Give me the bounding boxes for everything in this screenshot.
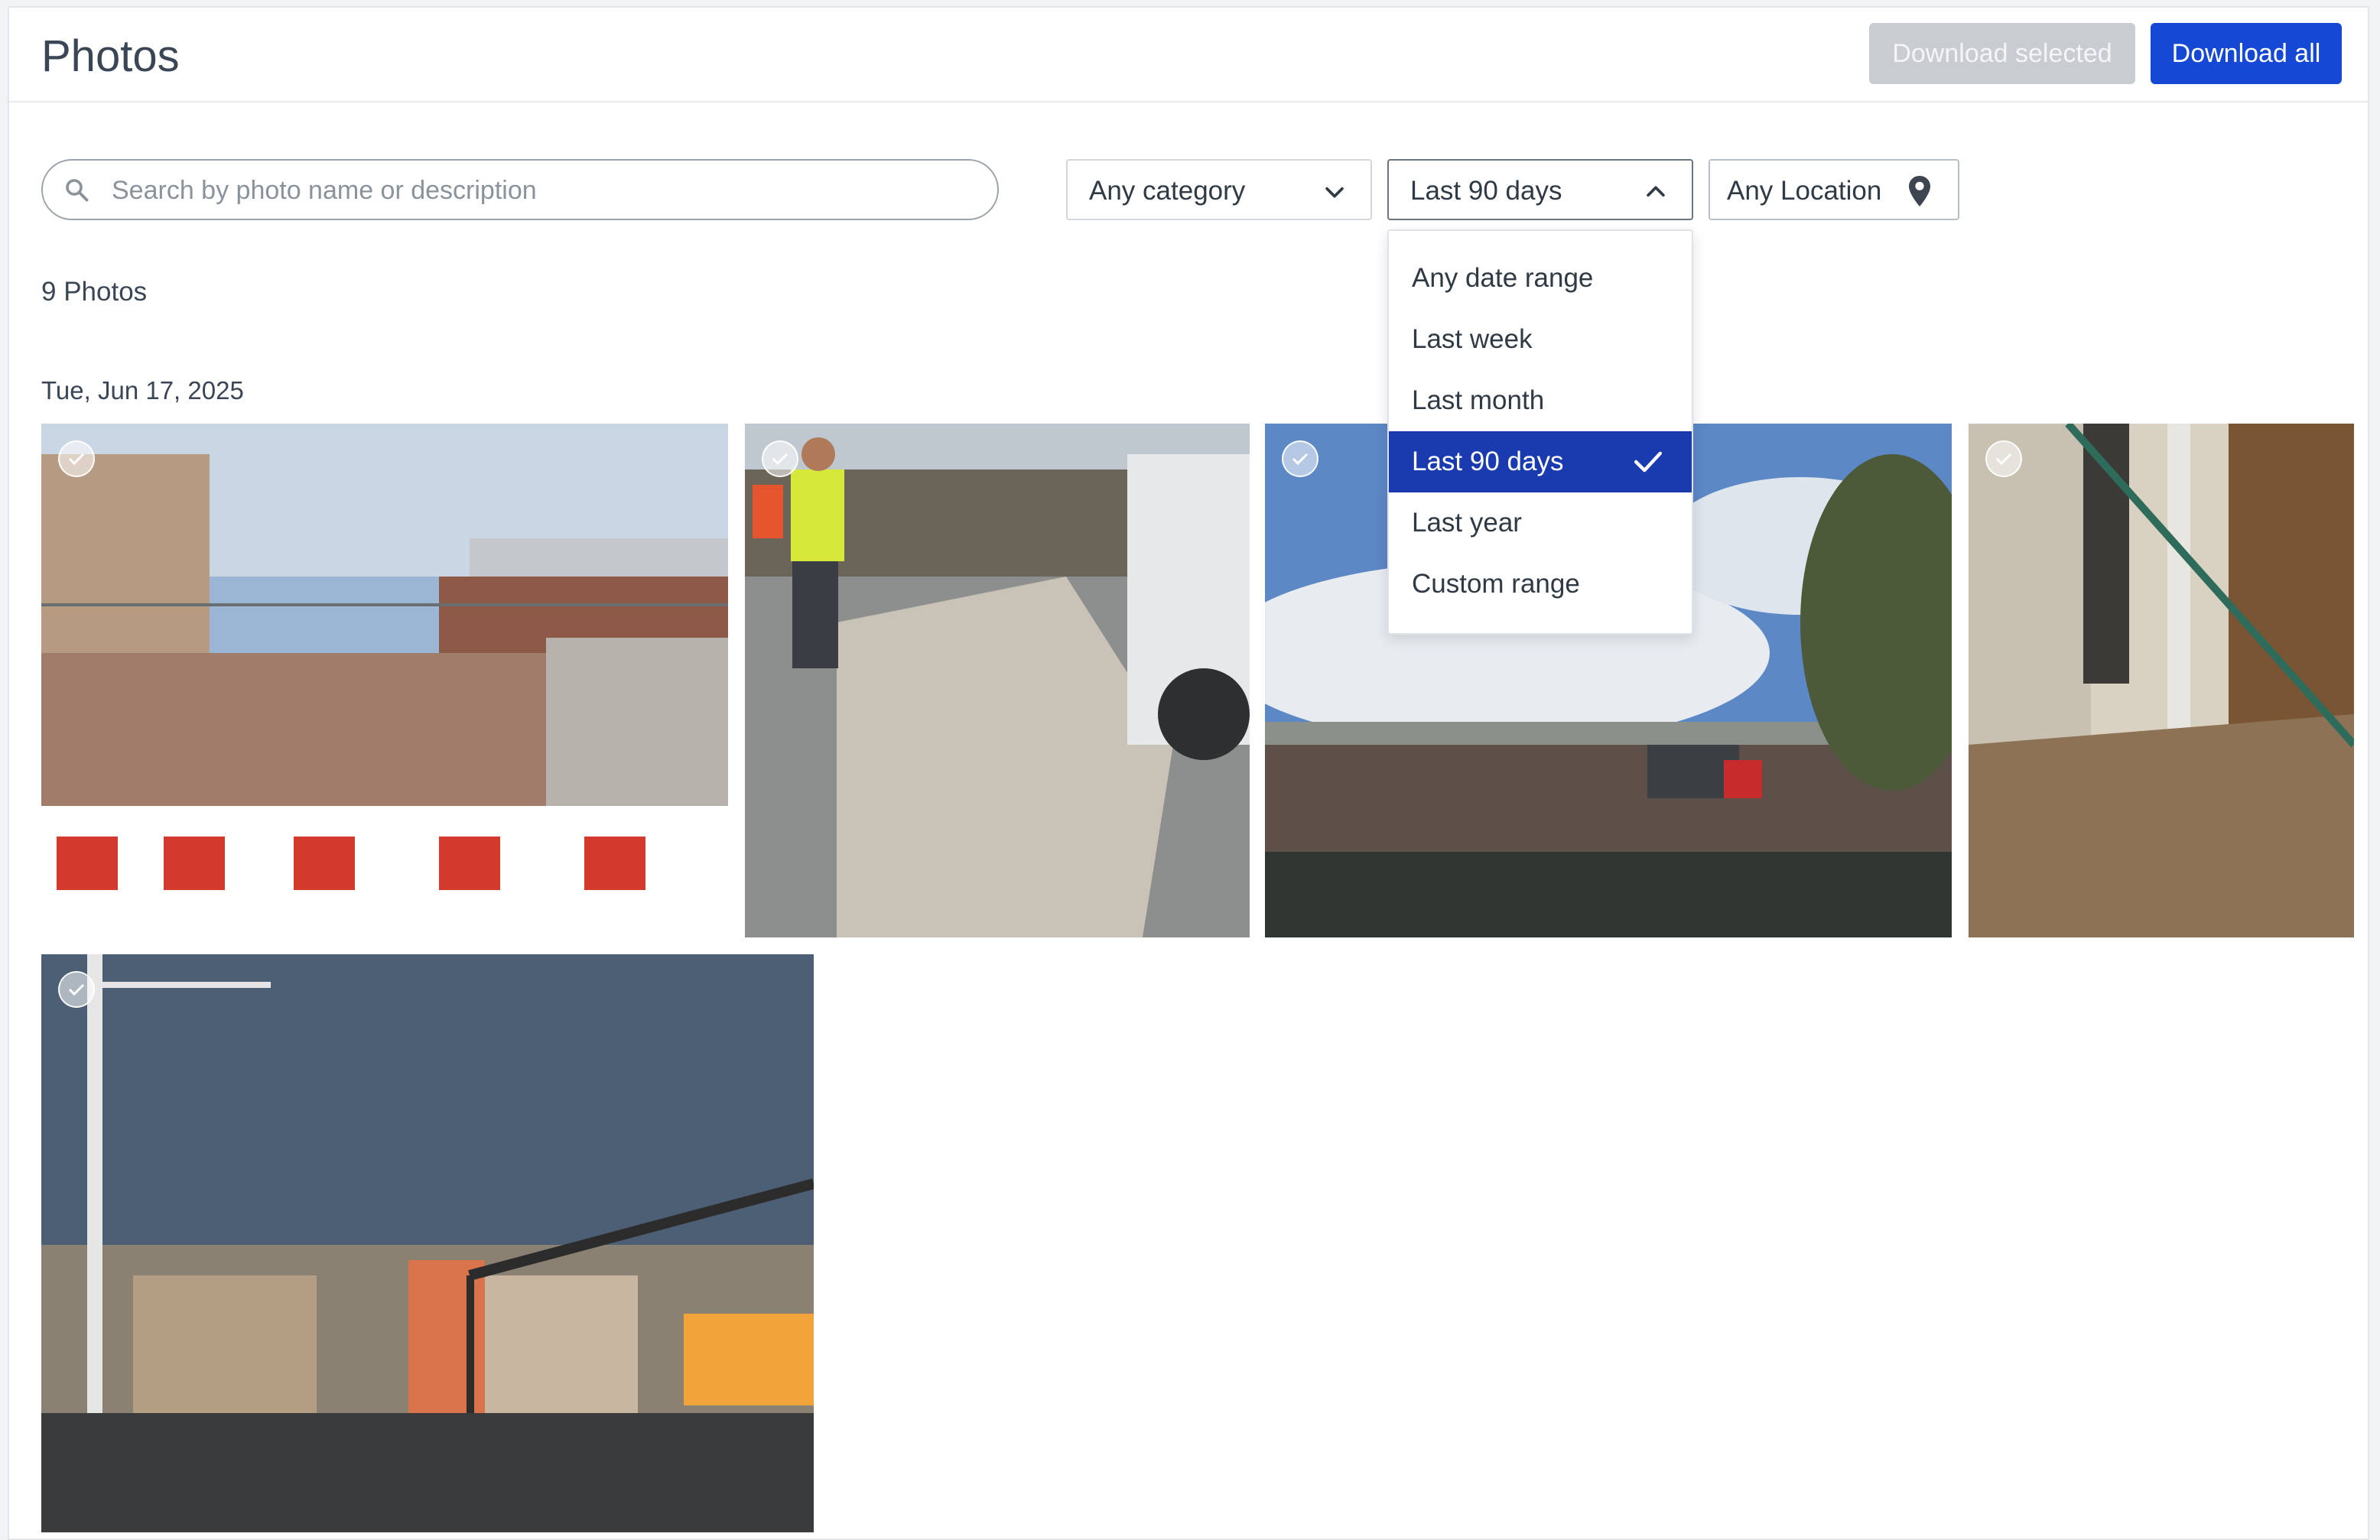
menu-item-label: Custom range — [1412, 569, 1580, 599]
page-title: Photos — [41, 31, 180, 81]
photo-image — [41, 954, 814, 1532]
category-select-value: Any category — [1089, 176, 1246, 206]
location-select-value: Any Location — [1727, 176, 1882, 206]
select-photo-checkbox[interactable] — [762, 440, 798, 477]
menu-item-any-date-range[interactable]: Any date range — [1389, 248, 1692, 309]
date-range-select[interactable]: Last 90 days — [1387, 159, 1693, 220]
chevron-down-icon — [1325, 187, 1344, 198]
photo-image — [745, 424, 1250, 937]
photo-thumbnail[interactable] — [41, 424, 728, 937]
menu-item-last-month[interactable]: Last month — [1389, 370, 1692, 431]
photos-panel: Photos Download selected Download all Se… — [8, 6, 2369, 1540]
date-range-menu: Any date range Last week Last month Last… — [1387, 229, 1693, 635]
select-photo-checkbox[interactable] — [1985, 440, 2022, 477]
search-input[interactable]: Search by photo name or description — [41, 159, 999, 220]
checkmark-icon — [1995, 453, 2012, 466]
select-photo-checkbox[interactable] — [1282, 440, 1318, 477]
location-select[interactable]: Any Location — [1709, 159, 1959, 220]
menu-item-last-week[interactable]: Last week — [1389, 309, 1692, 370]
menu-item-label: Any date range — [1412, 263, 1594, 293]
location-pin-icon — [1909, 176, 1930, 206]
date-range-select-value: Last 90 days — [1410, 176, 1562, 206]
checkmark-icon — [1292, 453, 1309, 466]
checkmark-icon — [68, 983, 85, 996]
photo-count: 9 Photos — [41, 277, 148, 307]
page-header: Photos Download selected Download all — [9, 8, 2368, 102]
download-all-button[interactable]: Download all — [2151, 23, 2342, 84]
photo-image — [1969, 424, 2354, 937]
menu-item-label: Last year — [1412, 508, 1522, 538]
select-photo-checkbox[interactable] — [58, 440, 95, 477]
photo-thumbnail[interactable] — [1969, 424, 2354, 937]
chevron-up-icon — [1647, 186, 1665, 197]
menu-item-custom-range[interactable]: Custom range — [1389, 554, 1692, 615]
select-photo-checkbox[interactable] — [58, 971, 95, 1008]
menu-item-last-90-days[interactable]: Last 90 days — [1389, 431, 1692, 492]
checkmark-icon — [772, 453, 788, 466]
checkmark-icon — [1634, 451, 1663, 473]
search-icon — [66, 179, 89, 202]
date-group-heading: Tue, Jun 17, 2025 — [41, 376, 244, 404]
menu-item-label: Last week — [1412, 324, 1533, 354]
download-selected-button[interactable]: Download selected — [1869, 23, 2135, 84]
menu-item-last-year[interactable]: Last year — [1389, 492, 1692, 554]
photo-image — [41, 424, 728, 937]
menu-item-label: Last 90 days — [1412, 447, 1564, 476]
photo-thumbnail[interactable] — [745, 424, 1250, 937]
category-select[interactable]: Any category — [1066, 159, 1372, 220]
photo-thumbnail[interactable] — [41, 954, 814, 1532]
checkmark-icon — [68, 453, 85, 466]
menu-item-label: Last month — [1412, 385, 1545, 415]
search-placeholder: Search by photo name or description — [112, 176, 537, 205]
